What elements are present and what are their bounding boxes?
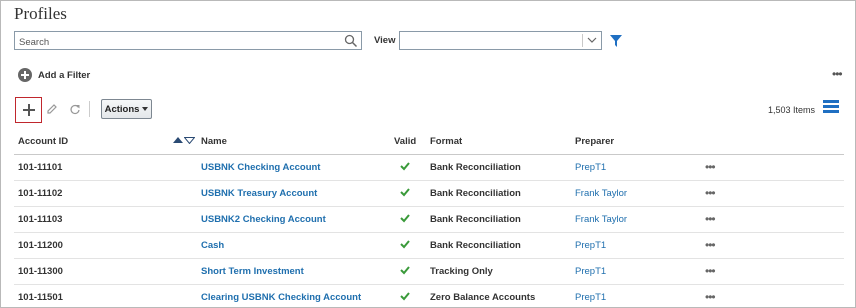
chevron-down-icon[interactable]: [587, 35, 597, 45]
account-id-cell: 101-11501: [14, 284, 201, 308]
column-header-account-id[interactable]: Account ID: [14, 129, 201, 155]
column-header-format[interactable]: Format: [430, 129, 575, 155]
column-label: Valid: [394, 135, 417, 147]
sort-ascending-icon[interactable]: [173, 137, 183, 143]
format-cell: Bank Reconciliation: [430, 154, 575, 181]
valid-cell: [394, 206, 430, 233]
more-options-icon[interactable]: •••: [705, 160, 716, 174]
account-id-cell: 101-11200: [14, 232, 201, 259]
row-actions-cell: •••: [705, 206, 844, 233]
check-icon: [400, 213, 410, 222]
preparer-link[interactable]: PrepT1: [575, 232, 705, 259]
table-row[interactable]: 101-11300 Short Term Investment Tracking O…: [14, 258, 844, 285]
format-cell: Zero Balance Accounts: [430, 284, 575, 308]
sort-icon[interactable]: [173, 137, 195, 144]
row-actions-cell: •••: [705, 232, 844, 259]
column-label: Account ID: [18, 135, 69, 147]
preparer-link[interactable]: PrepT1: [575, 258, 705, 285]
row-actions-cell: •••: [705, 284, 844, 308]
table-row[interactable]: 101-11101 USBNK Checking Account Bank Reco…: [14, 154, 844, 181]
items-count: 1,503 Items: [768, 105, 816, 115]
column-label: Name: [201, 135, 227, 147]
format-cell: Bank Reconciliation: [430, 206, 575, 233]
check-icon: [400, 239, 410, 248]
table-header-row: Account ID Name Valid Format Preparer: [14, 129, 844, 155]
valid-cell: [394, 180, 430, 207]
filter-icon[interactable]: [610, 35, 622, 47]
search-box[interactable]: [14, 31, 362, 51]
format-cell: Tracking Only: [430, 258, 575, 285]
search-input[interactable]: [15, 34, 335, 51]
more-options-icon[interactable]: •••: [705, 186, 716, 200]
valid-cell: [394, 284, 430, 308]
column-label: Format: [430, 135, 463, 147]
preparer-link[interactable]: Frank Taylor: [575, 180, 705, 207]
page-title: Profiles: [14, 4, 67, 23]
search-icon[interactable]: [344, 34, 358, 48]
column-label: Preparer: [575, 135, 615, 147]
check-icon: [400, 161, 410, 170]
column-header-name[interactable]: Name: [201, 129, 394, 155]
row-actions-cell: •••: [705, 258, 844, 285]
account-id-cell: 101-11102: [14, 180, 201, 207]
select-divider: [582, 34, 583, 47]
row-actions-cell: •••: [705, 154, 844, 181]
account-id-cell: 101-11103: [14, 206, 201, 233]
account-name-link[interactable]: Clearing USBNK Checking Account: [201, 284, 394, 308]
account-name-link[interactable]: Short Term Investment: [201, 258, 394, 285]
valid-cell: [394, 258, 430, 285]
table-row[interactable]: 101-11102 USBNK Treasury Account Bank Reco…: [14, 180, 844, 207]
view-select[interactable]: [399, 31, 602, 50]
preparer-link[interactable]: PrepT1: [575, 154, 705, 181]
check-icon: [400, 291, 410, 300]
plus-icon: [22, 104, 35, 116]
account-name-link[interactable]: USBNK Checking Account: [201, 154, 394, 181]
table-row[interactable]: 101-11103 USBNK2 Checking Account Bank Rec…: [14, 206, 844, 233]
actions-label: Actions: [104, 103, 140, 115]
actions-menu-button[interactable]: Actions: [101, 99, 152, 119]
account-id-cell: 101-11300: [14, 258, 201, 285]
more-options-icon[interactable]: •••: [832, 67, 843, 81]
column-header-preparer[interactable]: Preparer: [575, 129, 705, 155]
more-options-icon[interactable]: •••: [705, 212, 716, 226]
column-header-actions: [705, 129, 844, 155]
add-circle-icon: [18, 68, 32, 82]
account-id-cell: 101-11101: [14, 154, 201, 181]
format-cell: Bank Reconciliation: [430, 180, 575, 207]
preparer-link[interactable]: PrepT1: [575, 284, 705, 308]
list-view-icon[interactable]: [823, 100, 839, 116]
refresh-icon[interactable]: [69, 103, 81, 115]
toolbar-divider: [89, 101, 90, 117]
valid-cell: [394, 232, 430, 259]
profiles-table: Account ID Name Valid Format Preparer 10…: [14, 129, 844, 308]
column-header-valid[interactable]: Valid: [394, 129, 430, 155]
table-row[interactable]: 101-11200 Cash Bank Reconciliation PrepT1 ••…: [14, 232, 844, 259]
view-label: View: [374, 35, 396, 46]
account-name-link[interactable]: USBNK Treasury Account: [201, 180, 394, 207]
preparer-link[interactable]: Frank Taylor: [575, 206, 705, 233]
account-name-link[interactable]: USBNK2 Checking Account: [201, 206, 394, 233]
account-name-link[interactable]: Cash: [201, 232, 394, 259]
add-filter-button[interactable]: Add a Filter: [18, 68, 90, 82]
more-options-icon[interactable]: •••: [705, 264, 716, 278]
table-row[interactable]: 101-11501 Clearing USBNK Checking Account…: [14, 284, 844, 308]
pencil-icon[interactable]: [46, 103, 58, 115]
check-icon: [400, 265, 410, 274]
add-filter-label: Add a Filter: [38, 69, 91, 81]
sort-descending-icon[interactable]: [184, 137, 195, 144]
caret-down-icon: [142, 107, 149, 111]
format-cell: Bank Reconciliation: [430, 232, 575, 259]
add-button[interactable]: [15, 97, 42, 123]
check-icon: [400, 187, 410, 196]
valid-cell: [394, 154, 430, 181]
more-options-icon[interactable]: •••: [705, 290, 716, 304]
row-actions-cell: •••: [705, 180, 844, 207]
more-options-icon[interactable]: •••: [705, 238, 716, 252]
